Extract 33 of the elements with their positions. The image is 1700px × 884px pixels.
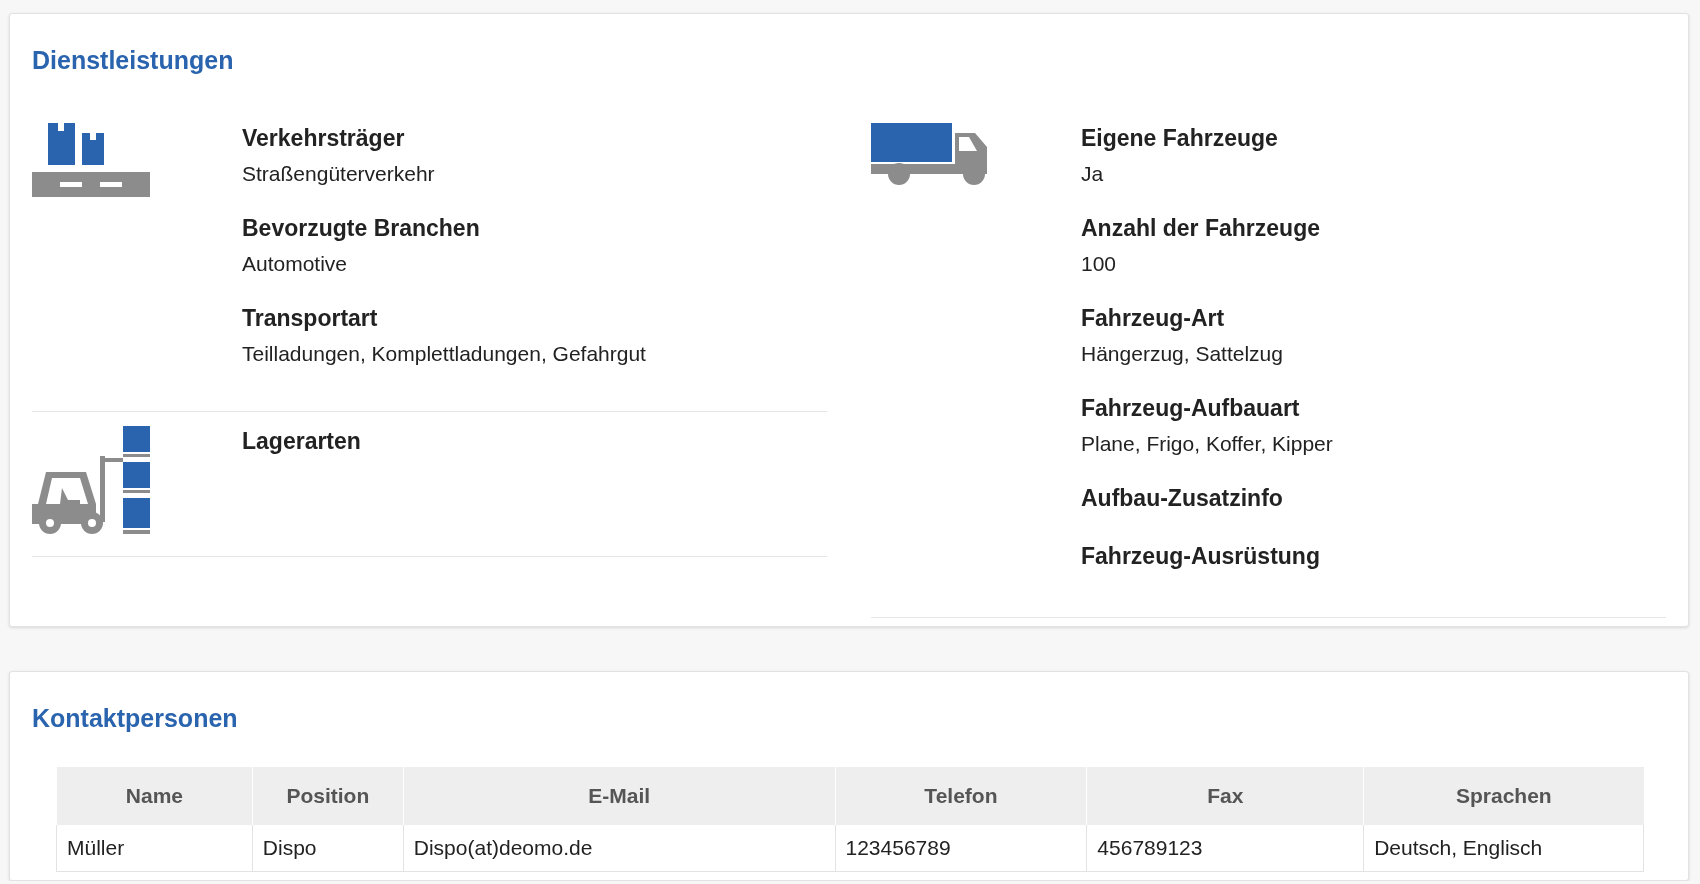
- section-title: Kontaktpersonen: [32, 704, 239, 733]
- column-header: Sprachen: [1363, 767, 1644, 825]
- column-header: E-Mail: [403, 767, 835, 825]
- column-header: Name: [56, 767, 253, 825]
- table-cell: Deutsch, Englisch: [1363, 825, 1644, 872]
- field-value: 100: [1081, 251, 1118, 277]
- section-title: Dienstleistungen: [32, 46, 235, 75]
- boxes-on-pallet-icon: [32, 123, 150, 197]
- field-label: Lagerarten: [242, 427, 361, 456]
- field-value: Teilladungen, Komplettladungen, Gefahrgut: [242, 341, 646, 367]
- field-value: Ja: [1081, 161, 1105, 187]
- table-cell: Dispo(at)deomo.de: [403, 825, 835, 872]
- field-label: Anzahl der Fahrzeuge: [1081, 214, 1321, 243]
- field-value: Straßengüterverkehr: [242, 161, 436, 187]
- field-label: Aufbau-Zusatzinfo: [1081, 484, 1284, 513]
- column-header: Position: [252, 767, 404, 825]
- field-label: Verkehrsträger: [242, 124, 406, 153]
- table-cell: 456789123: [1086, 825, 1364, 872]
- column-header: Telefon: [835, 767, 1087, 825]
- field-value: Hängerzug, Sattelzug: [1081, 341, 1284, 367]
- field-label: Eigene Fahrzeuge: [1081, 124, 1279, 153]
- field-label: Fahrzeug-Ausrüstung: [1081, 542, 1321, 571]
- forklift-icon: [32, 426, 150, 534]
- table-cell: Dispo: [252, 825, 404, 872]
- table-cell: Müller: [56, 825, 253, 872]
- field-value: Automotive: [242, 251, 349, 277]
- column-header: Fax: [1086, 767, 1364, 825]
- field-label: Fahrzeug-Art: [1081, 304, 1226, 333]
- table-cell: 123456789: [835, 825, 1087, 872]
- field-value: Plane, Frigo, Koffer, Kipper: [1081, 431, 1333, 457]
- field-label: Bevorzugte Branchen: [242, 214, 481, 243]
- field-label: Transportart: [242, 304, 379, 333]
- field-label: Fahrzeug-Aufbauart: [1081, 394, 1301, 423]
